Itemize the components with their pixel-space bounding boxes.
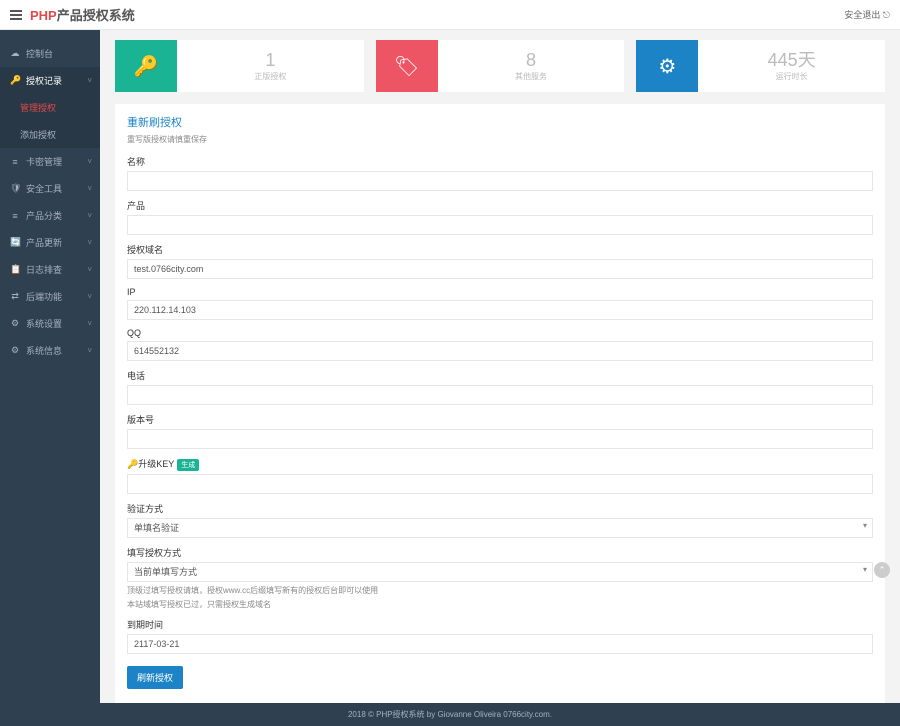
stats-row: 🔑 1 正版授权 🏷 8 其他服务 ⚙ 445天运行时长 <box>115 40 885 92</box>
nav-log[interactable]: 📋日志排查˅ <box>0 256 100 283</box>
cloud-icon: ☁ <box>10 48 20 59</box>
topbar-left: PHP产品授权系统 <box>10 5 135 24</box>
nav-dashboard[interactable]: ☁控制台 <box>0 40 100 67</box>
chevron-icon: ˅ <box>87 319 92 328</box>
key-icon: 🔑 <box>115 40 177 92</box>
version-label: 版本号 <box>127 413 873 426</box>
shield-icon: 🛡 <box>10 183 20 194</box>
chevron-icon: ˅ <box>87 292 92 301</box>
stat-num: 8 <box>526 51 536 69</box>
topbar: PHP产品授权系统 安全退出 ⎋ <box>0 0 900 30</box>
qq-input[interactable] <box>127 341 873 361</box>
clipboard-icon: 📋 <box>10 264 20 275</box>
list-icon: ≡ <box>10 211 20 221</box>
brand: PHP产品授权系统 <box>30 5 135 24</box>
stat-num: 1 <box>265 51 275 69</box>
gear-icon: ⚙ <box>10 345 20 356</box>
chevron-icon: ˅ <box>87 346 92 355</box>
stat-uptime: ⚙ 445天运行时长 <box>636 40 885 92</box>
nav-settings[interactable]: ⚙系统设置˅ <box>0 310 100 337</box>
qq-label: QQ <box>127 328 873 338</box>
list-icon: ≡ <box>10 157 20 167</box>
ip-label: IP <box>127 287 873 297</box>
key-icon: 🔑 <box>10 75 20 86</box>
swap-icon: ⇄ <box>10 291 20 302</box>
nav-security[interactable]: 🛡安全工具˅ <box>0 175 100 202</box>
verify-select[interactable]: 单填名验证 <box>127 518 873 538</box>
refresh-icon: 🔄 <box>10 237 20 248</box>
stat-label: 其他服务 <box>515 71 547 82</box>
nav-info[interactable]: ⚙系统信息˅ <box>0 337 100 364</box>
phone-input[interactable] <box>127 385 873 405</box>
domain-label: 授权域名 <box>127 243 873 256</box>
key-input[interactable] <box>127 474 873 494</box>
nav-auth-add[interactable]: 添加授权 <box>0 121 100 148</box>
stat-num: 445天 <box>768 51 816 69</box>
phone-label: 电话 <box>127 369 873 382</box>
chevron-icon: ˅ <box>87 211 92 220</box>
stat-auth: 🔑 1 正版授权 <box>115 40 364 92</box>
nav-auth-manage[interactable]: 管理授权 <box>0 94 100 121</box>
panel-title: 重新刷授权 <box>127 114 873 130</box>
time-input[interactable] <box>127 634 873 654</box>
content: 🔑 1 正版授权 🏷 8 其他服务 ⚙ 445天运行时长 重新刷授权 重写版授权请慎… <box>100 30 900 703</box>
nav-update[interactable]: 🔄产品更新˅ <box>0 229 100 256</box>
key-label: 🔑升级KEY生成 <box>127 457 873 471</box>
stat-label: 正版授权 <box>254 71 286 82</box>
ip-input[interactable] <box>127 300 873 320</box>
gear-icon: ⚙ <box>10 318 20 329</box>
sidebar: ☁控制台 🔑授权记录˅ 管理授权 添加授权 ≡卡密管理˅ 🛡安全工具˅ ≡产品分… <box>0 30 100 703</box>
name-input[interactable] <box>127 171 873 191</box>
logout-icon: ⎋ <box>883 10 890 20</box>
hint-2: 本站域填写授权已过，只需授权生成域名 <box>127 599 873 610</box>
name-label: 名称 <box>127 155 873 168</box>
time-label: 到期时间 <box>127 618 873 631</box>
nav-backend[interactable]: ⇄后端功能˅ <box>0 283 100 310</box>
method-select[interactable]: 当前单填写方式 <box>127 562 873 582</box>
nav-auth[interactable]: 🔑授权记录˅ <box>0 67 100 94</box>
tag-icon: 🏷 <box>376 40 438 92</box>
gears-icon: ⚙ <box>636 40 698 92</box>
key-icon: 🔑 <box>127 459 138 469</box>
panel-subtitle: 重写版授权请慎重保存 <box>127 134 873 145</box>
brand-red: PHP <box>30 8 57 23</box>
footer: 2018 © PHP授权系统 by Giovanne Oliveira 0766… <box>0 703 900 726</box>
brand-gray: 产品授权系统 <box>57 8 135 23</box>
chevron-icon: ˅ <box>87 238 92 247</box>
method-label: 填写授权方式 <box>127 546 873 559</box>
product-label: 产品 <box>127 199 873 212</box>
verify-label: 验证方式 <box>127 502 873 515</box>
chevron-down-icon: ˅ <box>87 76 92 85</box>
logout-link[interactable]: 安全退出 ⎋ <box>844 8 890 21</box>
chevron-icon: ˅ <box>87 184 92 193</box>
nav-category[interactable]: ≡产品分类˅ <box>0 202 100 229</box>
submit-button[interactable]: 刷新授权 <box>127 666 183 689</box>
product-input[interactable] <box>127 215 873 235</box>
domain-input[interactable] <box>127 259 873 279</box>
version-input[interactable] <box>127 429 873 449</box>
stat-label: 运行时长 <box>776 71 808 82</box>
nav-card[interactable]: ≡卡密管理˅ <box>0 148 100 175</box>
chevron-icon: ˅ <box>87 157 92 166</box>
scroll-top-button[interactable]: ⌃ <box>874 562 890 578</box>
chevron-icon: ˅ <box>87 265 92 274</box>
form-panel: 重新刷授权 重写版授权请慎重保存 名称 产品 授权域名 IP QQ <box>115 104 885 703</box>
hint-1: 顶级过填写授权请填，授权www.cc后缀填写新有的授权后台即可以使用 <box>127 585 873 596</box>
stat-other: 🏷 8 其他服务 <box>376 40 625 92</box>
menu-toggle-icon[interactable] <box>10 10 22 20</box>
gen-badge[interactable]: 生成 <box>177 459 199 471</box>
